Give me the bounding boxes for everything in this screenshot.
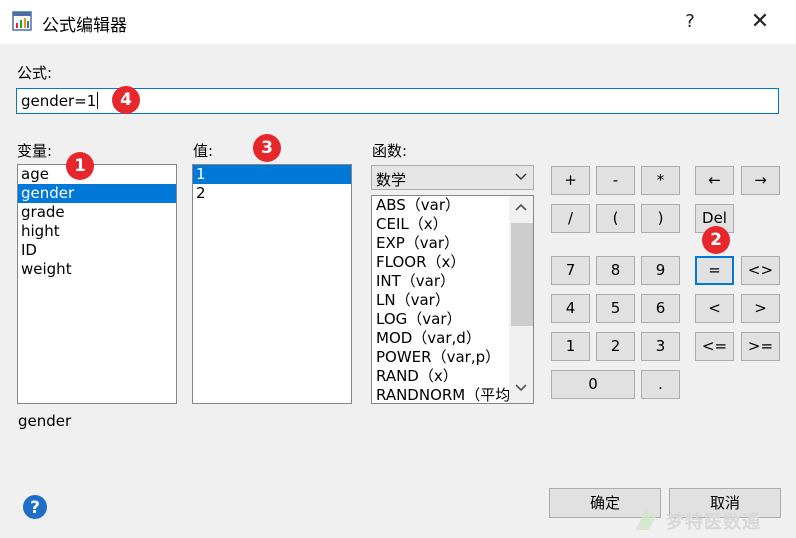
callout-badge-1: 1 — [66, 152, 94, 180]
digit-2-button[interactable]: 2 — [596, 332, 635, 361]
watermark-leaf-icon — [636, 508, 658, 530]
less-than-button[interactable]: < — [695, 294, 734, 323]
divide-button[interactable]: / — [551, 204, 590, 233]
digit-0-button[interactable]: 0 — [551, 370, 635, 399]
digit-7-button[interactable]: 7 — [551, 256, 590, 285]
greater-than-button[interactable]: > — [741, 294, 780, 323]
variables-list[interactable]: age gender grade hight ID weight — [17, 164, 177, 404]
digit-4-button[interactable]: 4 — [551, 294, 590, 323]
callout-badge-2: 2 — [702, 226, 730, 254]
function-category-select[interactable]: 数学 — [371, 165, 534, 190]
cursor-left-button[interactable]: ← — [695, 166, 734, 195]
svg-text:?: ? — [30, 498, 40, 518]
digit-5-button[interactable]: 5 — [596, 294, 635, 323]
formula-editor-app-icon — [12, 11, 32, 31]
digit-9-button[interactable]: 9 — [641, 256, 680, 285]
chevron-down-icon — [515, 173, 527, 180]
scroll-down-arrow-icon[interactable] — [509, 377, 533, 401]
variable-item-grade[interactable]: grade — [18, 203, 176, 222]
not-equal-button[interactable]: <> — [741, 256, 780, 285]
decimal-point-button[interactable]: . — [641, 370, 680, 399]
chevron-down-icon — [515, 384, 527, 392]
variable-item-weight[interactable]: weight — [18, 260, 176, 279]
equals-button[interactable]: = — [695, 256, 734, 285]
formula-label: 公式: — [17, 64, 53, 82]
greater-equal-button[interactable]: >= — [741, 332, 780, 361]
variable-item-id[interactable]: ID — [18, 241, 176, 260]
values-list[interactable]: 1 2 — [192, 164, 352, 404]
digit-1-button[interactable]: 1 — [551, 332, 590, 361]
close-button[interactable]: ✕ — [736, 6, 784, 38]
digit-8-button[interactable]: 8 — [596, 256, 635, 285]
help-button[interactable]: ? — [672, 6, 708, 38]
functions-scrollbar[interactable] — [509, 196, 533, 403]
callout-badge-3: 3 — [253, 134, 281, 162]
scroll-up-arrow-icon[interactable] — [509, 196, 533, 220]
formula-value: gender=1 — [21, 92, 97, 110]
text-caret — [97, 92, 99, 109]
window-title: 公式编辑器 — [42, 16, 127, 36]
scrollbar-thumb[interactable] — [511, 223, 533, 326]
right-paren-button[interactable]: ) — [641, 204, 680, 233]
values-label: 值: — [193, 142, 214, 160]
multiply-button[interactable]: * — [641, 166, 680, 195]
watermark-text: 梦特医数通 — [666, 512, 761, 533]
plus-button[interactable]: + — [551, 166, 590, 195]
minus-button[interactable]: - — [596, 166, 635, 195]
title-bar: 公式编辑器 ? ✕ — [0, 0, 796, 44]
selected-variable-text: gender — [18, 412, 72, 430]
cursor-right-button[interactable]: → — [741, 166, 780, 195]
watermark-logo: 梦特医数通 — [632, 500, 796, 538]
chevron-up-icon — [515, 203, 527, 211]
functions-label: 函数: — [372, 142, 408, 160]
value-item-2[interactable]: 2 — [193, 184, 351, 203]
functions-list[interactable]: ABS（var） CEIL（x） EXP（var） FLOOR（x） INT（v… — [371, 195, 534, 404]
less-equal-button[interactable]: <= — [695, 332, 734, 361]
variable-item-age[interactable]: age — [18, 165, 176, 184]
callout-badge-4: 4 — [112, 86, 140, 114]
variables-label: 变量: — [17, 142, 53, 160]
digit-3-button[interactable]: 3 — [641, 332, 680, 361]
digit-6-button[interactable]: 6 — [641, 294, 680, 323]
variable-item-hight[interactable]: hight — [18, 222, 176, 241]
help-circle-icon[interactable]: ? — [22, 494, 48, 520]
function-category-value: 数学 — [376, 171, 407, 189]
left-paren-button[interactable]: ( — [596, 204, 635, 233]
variable-item-gender[interactable]: gender — [18, 184, 176, 203]
value-item-1[interactable]: 1 — [193, 165, 351, 184]
